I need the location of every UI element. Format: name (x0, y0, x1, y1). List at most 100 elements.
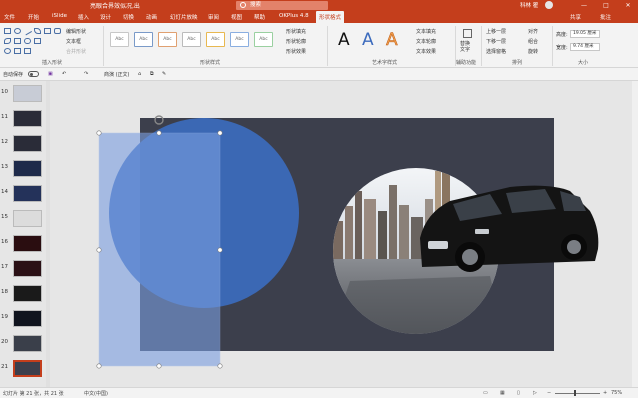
zoom-slider-handle[interactable] (574, 390, 576, 396)
wordart-style-3[interactable]: A (386, 30, 398, 51)
slide-thumbnail[interactable] (13, 160, 42, 177)
zoom-out-button[interactable]: − (547, 390, 551, 396)
normal-view-icon[interactable]: ▭ (483, 390, 488, 396)
autosave-toggle[interactable] (28, 71, 39, 77)
slide-thumbnail[interactable] (13, 110, 42, 127)
shape-style-5[interactable]: Abc (206, 32, 225, 47)
tab-view[interactable]: 视图 (231, 13, 242, 21)
ribbon-tabs: 文件 开始 iSlide 插入 设计 切换 动画 幻灯片放映 审阅 视图 帮助 … (0, 11, 638, 23)
edit-shape-button[interactable]: 编辑形状 (66, 28, 86, 35)
align-button[interactable]: 对齐 (528, 28, 538, 35)
oval-shape-icon[interactable] (14, 28, 21, 34)
tab-design[interactable]: 设计 (100, 13, 111, 21)
zoom-slider[interactable] (555, 393, 600, 394)
hexagon-shape-icon[interactable] (24, 48, 31, 54)
minimize-button[interactable]: — (576, 0, 592, 11)
width-field[interactable]: 9.74 厘米 (570, 43, 600, 51)
shape-style-2[interactable]: Abc (134, 32, 153, 47)
undo-icon[interactable]: ↶ (62, 71, 66, 77)
alt-text-button[interactable]: 替换文字 (460, 41, 474, 53)
slide-thumbnail[interactable] (13, 260, 42, 277)
wordart-style-2[interactable]: A (362, 30, 374, 50)
separator (552, 26, 553, 66)
slide-thumbnail[interactable] (13, 210, 42, 227)
comment-button[interactable]: 批注 (600, 13, 611, 21)
rectangle-shape-icon[interactable] (4, 28, 11, 34)
zoom-level[interactable]: 75% (611, 390, 622, 396)
redo-icon[interactable]: ↷ (84, 71, 88, 77)
slide-thumbnail[interactable] (13, 360, 42, 377)
slide-thumbnail[interactable] (13, 185, 42, 202)
rotate-button[interactable]: 旋转 (528, 48, 538, 55)
share-button[interactable]: 共享 (570, 13, 581, 21)
tab-slideshow[interactable]: 幻灯片放映 (170, 13, 198, 21)
text-effects-button[interactable]: 文本效果 (416, 48, 436, 55)
slide-thumbnail[interactable] (13, 310, 42, 327)
arrow-shape-icon[interactable] (34, 28, 41, 34)
text-box-button[interactable]: 文本框 (66, 38, 81, 45)
tab-insert[interactable]: 插入 (78, 13, 89, 21)
close-button[interactable]: ✕ (620, 0, 636, 11)
selected-rectangle-shape[interactable] (98, 132, 221, 367)
bring-forward-button[interactable]: 上移一层 (486, 28, 506, 35)
group-button[interactable]: 组合 (528, 38, 538, 45)
send-backward-button[interactable]: 下移一层 (486, 38, 506, 45)
slide-thumbnail[interactable] (13, 285, 42, 302)
tab-transitions[interactable]: 切换 (123, 13, 134, 21)
flow-shape-icon[interactable] (24, 38, 31, 44)
zoom-in-button[interactable]: + (603, 390, 607, 396)
slide-thumbnail[interactable] (13, 85, 42, 102)
triangle-shape-icon[interactable] (14, 48, 21, 54)
group-icon[interactable]: ⧉ (150, 71, 154, 77)
tab-home[interactable]: 开始 (28, 13, 39, 21)
slide-sorter-icon[interactable]: ▦ (500, 390, 505, 396)
callout-shape-icon[interactable] (4, 38, 11, 44)
selection-pane-button[interactable]: 选择窗格 (486, 48, 506, 55)
line-shape-icon[interactable] (22, 26, 33, 36)
shape-style-1[interactable]: Abc (110, 32, 129, 47)
group-label-shape-styles: 形状样式 (200, 60, 221, 66)
shape-outline-button[interactable]: 形状轮廓 (286, 38, 306, 45)
tab-shape-format[interactable]: 形状格式 (316, 11, 345, 23)
merge-shapes-button[interactable]: 合并形状 (66, 48, 86, 55)
shape-style-3[interactable]: Abc (158, 32, 177, 47)
rounded-rect-shape-icon[interactable] (54, 28, 61, 34)
reading-view-icon[interactable]: ▯ (517, 390, 520, 396)
tab-review[interactable]: 审阅 (208, 13, 219, 21)
shape-style-6[interactable]: Abc (230, 32, 249, 47)
thumbnail-number: 12 (1, 139, 8, 145)
text-fill-button[interactable]: 文本填充 (416, 28, 436, 35)
tab-okplus[interactable]: OKPlus 4.8 (279, 13, 309, 19)
wordart-style-1[interactable]: A (338, 30, 350, 50)
font-size-dropdown[interactable]: 商演 (正文) (104, 71, 130, 78)
search-box[interactable]: 搜索 (236, 1, 328, 10)
circle-shape-icon[interactable] (4, 48, 11, 54)
format-painter-icon[interactable]: ⌂ (138, 71, 141, 77)
language-indicator[interactable]: 中文(中国) (84, 390, 108, 397)
shape-style-7[interactable]: Abc (254, 32, 273, 47)
brush-icon[interactable]: ✎ (162, 71, 166, 77)
slide-thumbnail[interactable] (13, 235, 42, 252)
user-name[interactable]: 科林 瞿 (520, 1, 538, 9)
text-outline-button[interactable]: 文本轮廓 (416, 38, 436, 45)
shape-effects-button[interactable]: 形状效果 (286, 48, 306, 55)
star-shape-icon[interactable] (14, 38, 21, 44)
height-field[interactable]: 19.05 厘米 (570, 30, 600, 38)
shape-fill-button[interactable]: 形状填充 (286, 28, 306, 35)
tab-animations[interactable]: 动画 (146, 13, 157, 21)
slide-thumbnail[interactable] (13, 135, 42, 152)
textbox-shape-icon[interactable] (44, 28, 51, 34)
tab-islide[interactable]: iSlide (52, 13, 67, 19)
tab-help[interactable]: 帮助 (254, 13, 265, 21)
shape-style-4[interactable]: Abc (182, 32, 201, 47)
slide-thumbnail[interactable] (13, 335, 42, 352)
brace-shape-icon[interactable] (34, 38, 41, 44)
restore-button[interactable]: □ (598, 0, 614, 11)
alt-text-icon (463, 29, 472, 38)
slideshow-icon[interactable]: ▷ (533, 390, 537, 396)
thumbnail-number: 11 (1, 114, 8, 120)
avatar[interactable] (545, 1, 553, 9)
tab-file[interactable]: 文件 (4, 13, 15, 21)
canvas-scrollbar[interactable] (632, 81, 638, 387)
save-icon[interactable]: ▣ (48, 71, 53, 77)
